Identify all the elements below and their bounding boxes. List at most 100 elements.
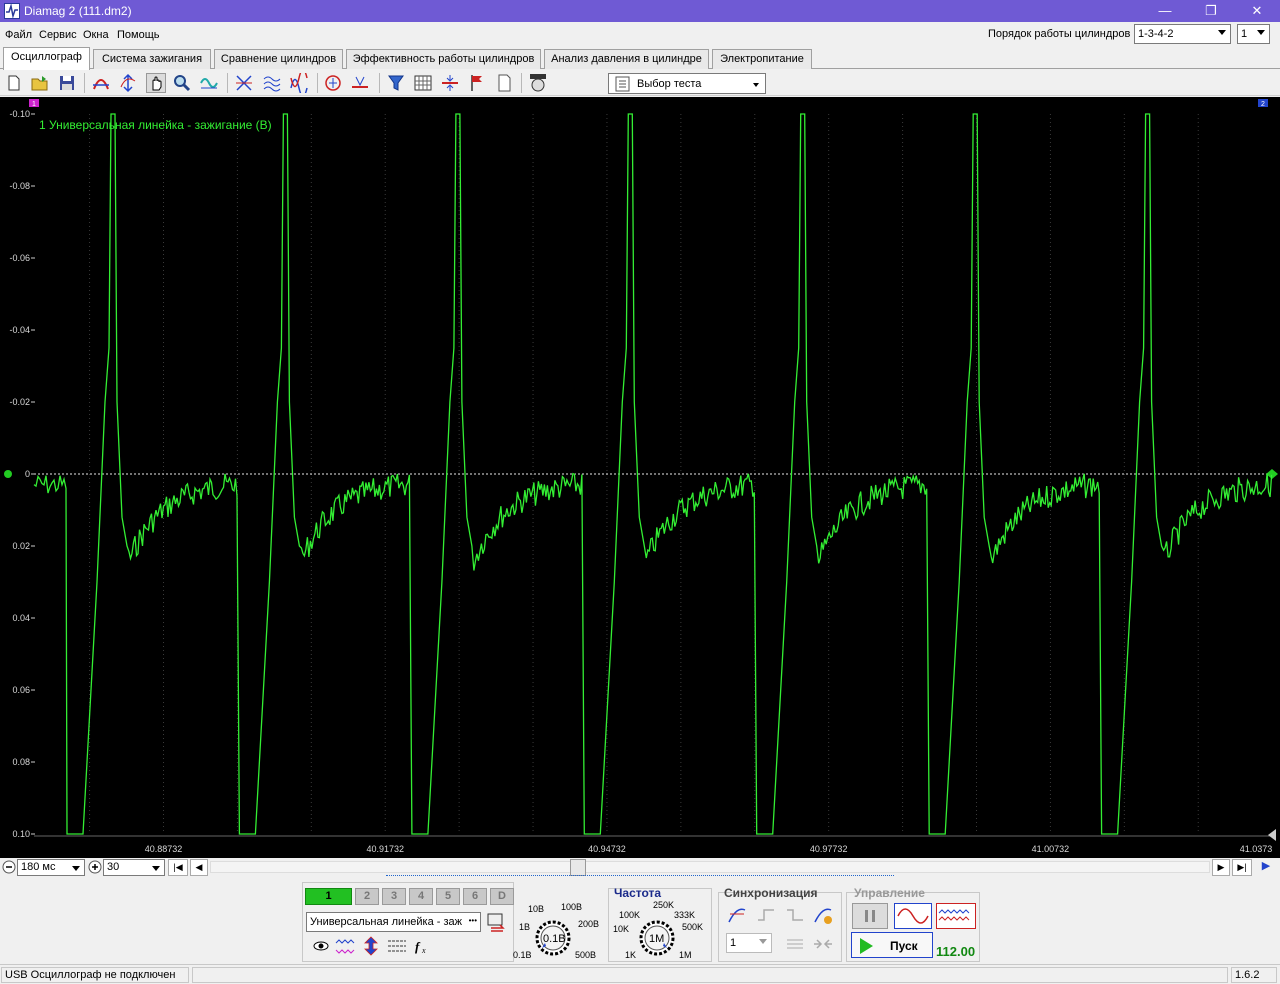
scroll-first-button[interactable]: |◀ [168, 859, 188, 876]
x-tick-label: 41.0373 [1240, 844, 1273, 854]
toolbar-separator [521, 73, 522, 93]
svg-text:f: f [415, 939, 421, 954]
single-mode-button[interactable] [894, 903, 932, 929]
menu-file[interactable]: Файл [5, 29, 32, 41]
menu-windows[interactable]: Окна [83, 29, 109, 41]
test-select[interactable]: Выбор теста [608, 73, 766, 94]
channel-1-button[interactable]: 1 [305, 888, 352, 905]
freq-label-100k: 100K [619, 910, 640, 920]
probe-settings-icon[interactable] [485, 912, 507, 934]
cursor-curve-icon[interactable] [91, 73, 111, 93]
auto-measure-icon[interactable] [323, 73, 343, 93]
visibility-icon[interactable] [311, 936, 331, 956]
function-icon[interactable]: fx [412, 936, 434, 956]
sync-channel-value: 1 [730, 937, 737, 949]
offset-arrows-icon[interactable] [360, 936, 382, 956]
grid-icon[interactable] [413, 73, 433, 93]
overlay-waves-icon[interactable] [262, 73, 282, 93]
tab-power[interactable]: Электропитание [712, 49, 812, 69]
sync-rising-icon[interactable] [726, 904, 748, 926]
continuous-mode-button[interactable] [936, 903, 976, 929]
sync-channel-select[interactable]: 1 [726, 933, 772, 953]
oscilloscope-display[interactable]: -0.10 -0.08 -0.06 -0.04 -0.02 0 0.02 0.04 0.06 0.… [0, 97, 1280, 858]
menu-help[interactable]: Помощь [117, 29, 160, 41]
invert-icon[interactable] [334, 936, 356, 956]
vertical-scale-icon[interactable] [118, 73, 138, 93]
scroll-prev-button[interactable]: ◀ [190, 859, 208, 876]
channel-3-button[interactable]: 3 [382, 888, 406, 905]
sync-auto-icon[interactable] [812, 904, 834, 926]
zero-marker-left[interactable] [4, 470, 12, 478]
tab-cylinder-efficiency[interactable]: Эффективность работы цилиндров [346, 49, 541, 69]
start-button[interactable]: Пуск [851, 932, 933, 958]
minimize-icon[interactable]: — [1142, 0, 1188, 22]
tab-pressure-analysis[interactable]: Анализ давления в цилиндре [544, 49, 709, 69]
source-more-button[interactable]: ••• [469, 916, 477, 925]
zoom-out-icon[interactable] [2, 860, 16, 874]
firing-order-select[interactable]: 1-3-4-2 [1134, 24, 1231, 44]
title-bar: Diamag 2 (111.dm2) — ❐ ✕ [0, 0, 1280, 22]
lines-icon[interactable] [386, 936, 408, 956]
zero-level-icon[interactable] [350, 73, 370, 93]
pause-button[interactable] [852, 903, 888, 929]
y-tick-label: 0.08 [12, 757, 30, 767]
open-folder-icon[interactable] [30, 73, 50, 93]
hand-pan-icon[interactable] [146, 73, 166, 93]
channel-4-button[interactable]: 4 [409, 888, 433, 905]
sync-level-icon[interactable] [784, 933, 806, 955]
range-knob[interactable]: 10В 100В 1В 200В 0.1В 500В 0.1В [512, 898, 602, 962]
time-scroll-thumb[interactable] [570, 859, 586, 876]
marker-flag-icon[interactable] [467, 73, 487, 93]
restore-icon[interactable]: ❐ [1188, 0, 1234, 22]
source-select[interactable]: Универсальная линейка - заж ••• [306, 912, 481, 932]
split-icon[interactable] [440, 73, 460, 93]
sync-delay-icon[interactable] [812, 933, 834, 955]
status-panel [192, 967, 1228, 983]
y-tick-label: 0.10 [12, 829, 30, 839]
status-bar: USB Осциллограф не подключен 1.6.2 [0, 964, 1280, 984]
freq-label-500k: 500K [682, 922, 703, 932]
svg-text:x: x [421, 946, 426, 955]
save-icon[interactable] [57, 73, 77, 93]
control-title: Управление [854, 886, 925, 900]
channel-digital-button[interactable]: D [490, 888, 514, 905]
time-zoom-select[interactable]: 180 мс [17, 859, 85, 876]
sync-front-icon[interactable] [755, 904, 777, 926]
tab-ignition[interactable]: Система зажигания [93, 49, 211, 69]
zoom-in-icon[interactable] [88, 860, 102, 874]
tab-oscilloscope[interactable]: Осциллограф [3, 47, 90, 70]
range-label-01v: 0.1В [513, 950, 532, 960]
play-scroll-icon[interactable]: ▶ [1256, 859, 1276, 876]
sine-wave-icon [897, 908, 929, 924]
scroll-right-marker[interactable] [1268, 829, 1276, 841]
time-offset-select[interactable]: 30 [103, 859, 165, 876]
toolbar-separator [84, 73, 85, 93]
compare-waves-icon[interactable] [289, 73, 309, 93]
x-cursor-icon[interactable] [234, 73, 254, 93]
channel-5-button[interactable]: 5 [436, 888, 460, 905]
tab-cylinder-compare[interactable]: Сравнение цилиндров [214, 49, 343, 69]
scroll-last-button[interactable]: ▶| [1232, 859, 1252, 876]
filter-icon[interactable] [386, 73, 406, 93]
cursor-marker-2-label: 2 [1261, 101, 1265, 108]
channel-2-button[interactable]: 2 [355, 888, 379, 905]
cylinder-select[interactable]: 1 [1237, 24, 1270, 44]
close-icon[interactable]: ✕ [1234, 0, 1280, 22]
range-label-10v: 10В [528, 904, 544, 914]
channel-6-button[interactable]: 6 [463, 888, 487, 905]
freq-label-10k: 10K [613, 924, 629, 934]
document-icon[interactable] [494, 73, 514, 93]
frequency-knob[interactable]: 250K 100K 333K 10K 500K 1K 1M 1M [612, 898, 710, 962]
auto-scale-icon[interactable] [199, 73, 219, 93]
auto-settings-icon[interactable] [528, 73, 548, 93]
scroll-next-button[interactable]: ▶ [1212, 859, 1230, 876]
firing-order-label: Порядок работы цилиндров [988, 28, 1131, 40]
x-tick-label: 40.94732 [588, 844, 626, 854]
new-file-icon[interactable] [4, 73, 24, 93]
chevron-down-icon [753, 83, 759, 87]
waveform-plot[interactable]: -0.10 -0.08 -0.06 -0.04 -0.02 0 0.02 0.04 0.06 0.… [0, 97, 1280, 858]
time-scroll-track[interactable] [210, 861, 1210, 873]
menu-service[interactable]: Сервис [39, 29, 77, 41]
zoom-icon[interactable] [172, 73, 192, 93]
sync-fall-icon[interactable] [784, 904, 806, 926]
